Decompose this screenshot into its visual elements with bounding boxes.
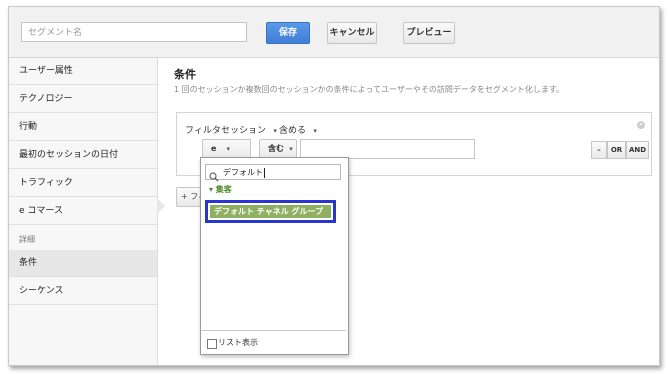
option-default-channel-grouping[interactable]: デフォルト チャネル グループ <box>210 205 331 218</box>
dimension-value: e <box>211 144 217 153</box>
sidebar-item-sequences[interactable]: シーケンス <box>9 278 157 305</box>
chevron-down-icon: ▾ <box>219 145 231 153</box>
chevron-down-icon: ▾ <box>286 145 293 153</box>
chevron-down-icon: ▾ <box>308 127 317 135</box>
segment-editor-window: セグメント名 保存 キャンセル プレビュー ユーザー属性 テクノロジー 行動 最… <box>8 6 660 366</box>
scope-value: セッション <box>221 126 267 136</box>
sidebar-item-first-session-date[interactable]: 最初のセッションの日付 <box>9 142 157 169</box>
and-button[interactable]: AND <box>626 141 649 159</box>
dropdown-footer: リスト表示 <box>201 330 346 354</box>
match-type-value: 含む <box>268 144 284 153</box>
match-type-select[interactable]: 含む ▾ <box>259 139 297 159</box>
list-view-checkbox[interactable] <box>207 339 217 349</box>
chevron-down-icon: ▾ <box>268 127 277 135</box>
or-button[interactable]: OR <box>607 141 626 159</box>
preview-button[interactable]: プレビュー <box>403 22 455 44</box>
highlight-box: デフォルト チャネル グループ <box>205 200 336 223</box>
sidebar-item-traffic[interactable]: トラフィック <box>9 170 157 197</box>
sidebar-item-technology[interactable]: テクノロジー <box>9 86 157 113</box>
sidebar-item-demographics[interactable]: ユーザー属性 <box>9 58 157 85</box>
list-view-label: リスト表示 <box>218 338 258 347</box>
page-title: 条件 <box>174 68 196 81</box>
top-toolbar: セグメント名 保存 キャンセル プレビュー <box>9 7 659 58</box>
dimension-select[interactable]: e ▾ <box>202 139 251 159</box>
search-query: デフォルト <box>223 168 263 177</box>
segment-name-input[interactable]: セグメント名 <box>21 22 247 42</box>
filter-label: フィルタ <box>185 126 221 136</box>
remove-condition-button[interactable]: – <box>591 141 607 159</box>
scope-dropdown[interactable]: セッション ▾ <box>221 123 277 136</box>
close-icon[interactable]: × <box>637 121 645 129</box>
add-filter-button[interactable]: + フィ <box>176 187 202 207</box>
dimension-dropdown-panel: デフォルト ▾ 集客 デフォルト チャネル グループ リスト表示 <box>200 157 349 355</box>
cancel-button[interactable]: キャンセル <box>327 22 377 44</box>
category-acquisition[interactable]: ▾ 集客 <box>209 184 232 195</box>
condition-value-input[interactable] <box>300 139 475 159</box>
save-button[interactable]: 保存 <box>266 22 310 44</box>
dimension-search-input[interactable]: デフォルト <box>205 164 341 182</box>
include-value: 含める <box>279 126 307 136</box>
sidebar-item-ecommerce[interactable]: e コマース <box>9 198 157 225</box>
sidebar: ユーザー属性 テクノロジー 行動 最初のセッションの日付 トラフィック e コマ… <box>9 58 158 365</box>
text-cursor <box>264 167 265 178</box>
page-description: 1 回のセッションか複数回のセッションかの条件によってユーザーやその訪問データを… <box>174 85 565 94</box>
sidebar-item-behavior[interactable]: 行動 <box>9 114 157 141</box>
sidebar-heading-advanced: 詳細 <box>19 235 35 244</box>
sidebar-item-conditions[interactable]: 条件 <box>9 250 157 277</box>
active-item-pointer <box>157 198 165 214</box>
include-dropdown[interactable]: 含める ▾ <box>279 123 317 136</box>
